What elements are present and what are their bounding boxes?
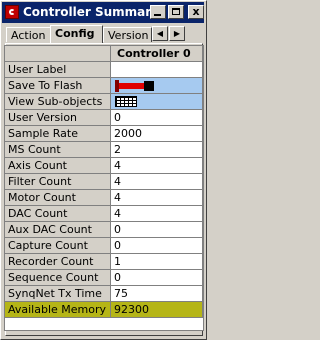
property-grid: Controller 0 User Label Save To Flash Vi… (4, 45, 204, 331)
table-row: Capture Count 0 (5, 238, 203, 254)
row-value[interactable]: 2000 (111, 126, 203, 142)
row-label: Recorder Count (5, 254, 111, 270)
view-sub-objects-button[interactable] (111, 94, 203, 110)
user-label-field[interactable] (111, 62, 203, 78)
maximize-button[interactable] (168, 5, 184, 19)
table-row: Sample Rate 2000 (5, 126, 203, 142)
row-label: User Label (5, 62, 111, 78)
row-label: View Sub-objects (5, 94, 111, 110)
row-value[interactable]: 1 (111, 254, 203, 270)
table-row: Axis Count 4 (5, 158, 203, 174)
tab-config[interactable]: Config (50, 25, 103, 43)
row-value[interactable]: 0 (111, 110, 203, 126)
close-icon: x (192, 5, 200, 18)
row-label: Motor Count (5, 190, 111, 206)
sub-objects-grid-icon (115, 96, 137, 107)
tab-scroll-left-icon[interactable]: ◀ (152, 26, 168, 41)
table-row: View Sub-objects (5, 94, 203, 110)
table-row: Available Memory 92300 (5, 302, 203, 318)
row-label: User Version (5, 110, 111, 126)
controller-summary-window: Controller Summary x Action Config Versi… (0, 0, 207, 340)
app-icon (5, 5, 19, 19)
table-row: Recorder Count 1 (5, 254, 203, 270)
row-value[interactable]: 4 (111, 174, 203, 190)
table-row: User Label (5, 62, 203, 78)
save-flash-icon (115, 80, 154, 92)
row-value[interactable]: 0 (111, 222, 203, 238)
row-value[interactable]: 0 (111, 270, 203, 286)
row-value[interactable]: 2 (111, 142, 203, 158)
available-memory-value[interactable]: 92300 (111, 302, 203, 318)
table-row: User Version 0 (5, 110, 203, 126)
table-row: Motor Count 4 (5, 190, 203, 206)
save-to-flash-button[interactable] (111, 78, 203, 94)
row-label: Filter Count (5, 174, 111, 190)
minimize-icon (154, 14, 161, 16)
row-label: Aux DAC Count (5, 222, 111, 238)
table-row: Filter Count 4 (5, 174, 203, 190)
row-value[interactable]: 4 (111, 158, 203, 174)
table-row: Aux DAC Count 0 (5, 222, 203, 238)
table-row: MS Count 2 (5, 142, 203, 158)
row-label: Save To Flash (5, 78, 111, 94)
row-label: Sample Rate (5, 126, 111, 142)
tab-version[interactable]: Version (103, 27, 152, 42)
row-label: MS Count (5, 142, 111, 158)
window-title: Controller Summary (23, 5, 159, 19)
maximize-icon (172, 8, 180, 15)
row-label: SynqNet Tx Time (5, 286, 111, 302)
row-value[interactable]: 75 (111, 286, 203, 302)
column-header-controller[interactable]: Controller 0 (111, 46, 203, 62)
row-label: Axis Count (5, 158, 111, 174)
row-value[interactable]: 4 (111, 190, 203, 206)
row-value[interactable]: 4 (111, 206, 203, 222)
tab-strip: Action Config Version ◀ ▶ (4, 25, 204, 43)
table-row: SynqNet Tx Time 75 (5, 286, 203, 302)
table-row: DAC Count 4 (5, 206, 203, 222)
title-bar[interactable]: Controller Summary x (2, 2, 204, 23)
tab-action[interactable]: Action (6, 27, 51, 42)
row-label: Sequence Count (5, 270, 111, 286)
tab-scroll-right-icon[interactable]: ▶ (169, 26, 185, 41)
close-button[interactable]: x (188, 5, 204, 19)
row-label: DAC Count (5, 206, 111, 222)
table-row: Save To Flash (5, 78, 203, 94)
row-label: Capture Count (5, 238, 111, 254)
row-value[interactable]: 0 (111, 238, 203, 254)
grid-header-row: Controller 0 (5, 46, 203, 62)
minimize-button[interactable] (150, 5, 166, 19)
grid-corner (5, 46, 111, 62)
row-label: Available Memory (5, 302, 111, 318)
table-row: Sequence Count 0 (5, 270, 203, 286)
